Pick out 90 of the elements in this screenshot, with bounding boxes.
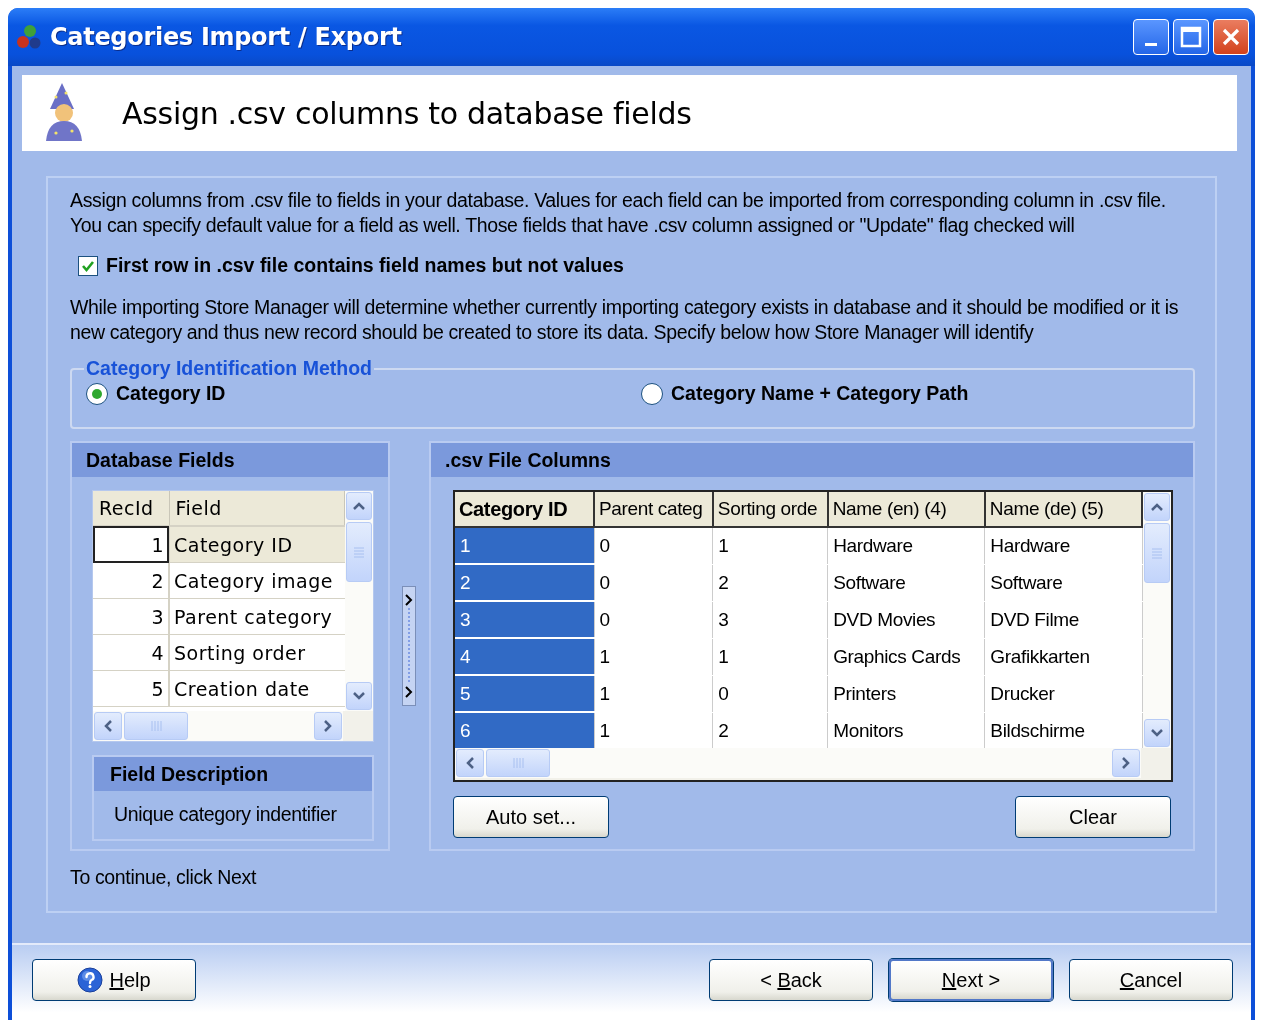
column-header[interactable]: Field <box>169 491 345 526</box>
table-cell: Sorting order <box>169 634 345 671</box>
instruction-text: While importing Store Manager will determine whether currently importing category exists in database and it should be modified or it is new category and thus new record should be created to store its data. Specify below how Store Manager will identify <box>70 295 1180 345</box>
help-icon <box>77 967 104 993</box>
back-button[interactable]: < Back <box>709 959 873 1001</box>
table-cell: 1 <box>712 527 828 564</box>
panel-title: Field Description <box>94 757 372 791</box>
next-button[interactable]: Next > <box>889 959 1053 1001</box>
grid-row[interactable]: 4 Sorting order <box>93 634 345 671</box>
table-cell: 2 <box>93 562 169 599</box>
close-icon <box>1221 27 1241 47</box>
hint-text: To continue, click Next <box>70 865 258 890</box>
table-cell: Parent category <box>169 598 345 635</box>
table-cell: Hardware <box>827 527 985 564</box>
grid-row[interactable]: 5 Creation date <box>93 670 345 707</box>
instruction-text: Assign columns from .csv file to fields in your database. Values for each field can be imported from corresponding column in .csv file. You can specify default value for a field as well. Those fields that have .csv column assigned or "Update" flag checked will <box>70 188 1167 238</box>
maximize-button[interactable] <box>1173 19 1209 55</box>
balls-icon <box>16 24 42 50</box>
splitter-handle[interactable] <box>402 586 417 706</box>
dotted-line-icon <box>407 608 412 684</box>
description-text: Unique category indentifier <box>113 802 338 826</box>
table-cell: 0 <box>594 564 713 601</box>
maximize-icon <box>1180 26 1202 48</box>
help-button[interactable]: Help <box>32 959 196 1001</box>
table-cell: 2 <box>712 564 828 601</box>
table-cell: Grafikkarten <box>984 638 1142 675</box>
group-title: Category Identification Method <box>85 357 373 380</box>
action-button[interactable]: Auto set... <box>453 796 609 838</box>
table-cell: 3 <box>712 601 828 638</box>
table-cell: 5 <box>455 675 594 712</box>
column-header[interactable]: RecId <box>93 491 169 526</box>
minimize-icon <box>1145 42 1157 46</box>
grip-icon <box>1151 546 1163 560</box>
column-header[interactable]: Category ID <box>455 492 594 527</box>
table-cell: 0 <box>594 527 713 564</box>
cancel-button[interactable]: Cancel <box>1069 959 1233 1001</box>
table-cell: DVD Movies <box>827 601 985 638</box>
window-title: Categories Import / Export <box>50 23 403 51</box>
table-cell: Category ID <box>169 526 345 563</box>
column-header[interactable]: Name (en) (4) <box>827 492 985 527</box>
table-cell: 1 <box>712 638 828 675</box>
horizontal-scrollbar[interactable] <box>455 748 1141 778</box>
column-header[interactable]: Name (de) (5) <box>984 492 1142 527</box>
grip-icon <box>511 757 525 769</box>
table-cell: 2 <box>455 564 594 601</box>
table-cell: 4 <box>93 634 169 671</box>
grip-icon <box>149 720 163 732</box>
chevron-icon <box>405 593 414 607</box>
checkbox-label: First row in .csv file contains field names but not values <box>106 254 624 277</box>
page-title: Assign .csv columns to database fields <box>122 95 692 131</box>
horizontal-scrollbar[interactable] <box>93 711 343 741</box>
checkbox[interactable] <box>78 255 98 276</box>
radio-button[interactable] <box>86 382 108 405</box>
panel-title: Database Fields <box>72 443 388 477</box>
table-cell: 1 <box>594 638 713 675</box>
table-cell: 1 <box>455 527 594 564</box>
table-cell: Drucker <box>984 675 1142 712</box>
table-cell: Creation date <box>169 670 345 707</box>
table-cell: 1 <box>594 675 713 712</box>
grid-row[interactable]: 3 Parent category <box>93 598 345 635</box>
panel-title: .csv File Columns <box>431 443 1193 477</box>
table-cell: Software <box>984 564 1142 601</box>
table-cell: 3 <box>93 598 169 635</box>
grid-row[interactable]: 2 Category image <box>93 562 345 599</box>
table-cell: DVD Filme <box>984 601 1142 638</box>
table-cell: Category image <box>169 562 345 599</box>
table-cell: Hardware <box>984 527 1142 564</box>
table-cell: Software <box>827 564 985 601</box>
table-cell: 3 <box>455 601 594 638</box>
table-cell: 1 <box>93 526 169 563</box>
grip-icon <box>353 545 365 559</box>
table-cell: Printers <box>827 675 985 712</box>
table-cell: Graphics Cards <box>827 638 985 675</box>
radio-label: Category ID <box>116 382 226 405</box>
close-button[interactable] <box>1213 19 1249 55</box>
column-header[interactable]: Parent categ <box>594 492 713 527</box>
radio-label: Category Name + Category Path <box>671 382 969 405</box>
table-cell: 6 <box>455 712 594 748</box>
vertical-scrollbar[interactable] <box>345 491 373 711</box>
minimize-button[interactable] <box>1133 19 1169 55</box>
radio-button[interactable] <box>641 382 663 405</box>
table-cell: 0 <box>594 601 713 638</box>
chevron-icon <box>405 685 414 699</box>
vertical-scrollbar[interactable] <box>1143 492 1171 748</box>
table-cell: 4 <box>455 638 594 675</box>
table-cell: 0 <box>712 675 828 712</box>
grid-row[interactable]: 1 Category ID <box>93 526 345 563</box>
column-header[interactable]: Sorting orde <box>712 492 828 527</box>
table-cell: 5 <box>93 670 169 707</box>
action-button[interactable]: Clear <box>1015 796 1171 838</box>
